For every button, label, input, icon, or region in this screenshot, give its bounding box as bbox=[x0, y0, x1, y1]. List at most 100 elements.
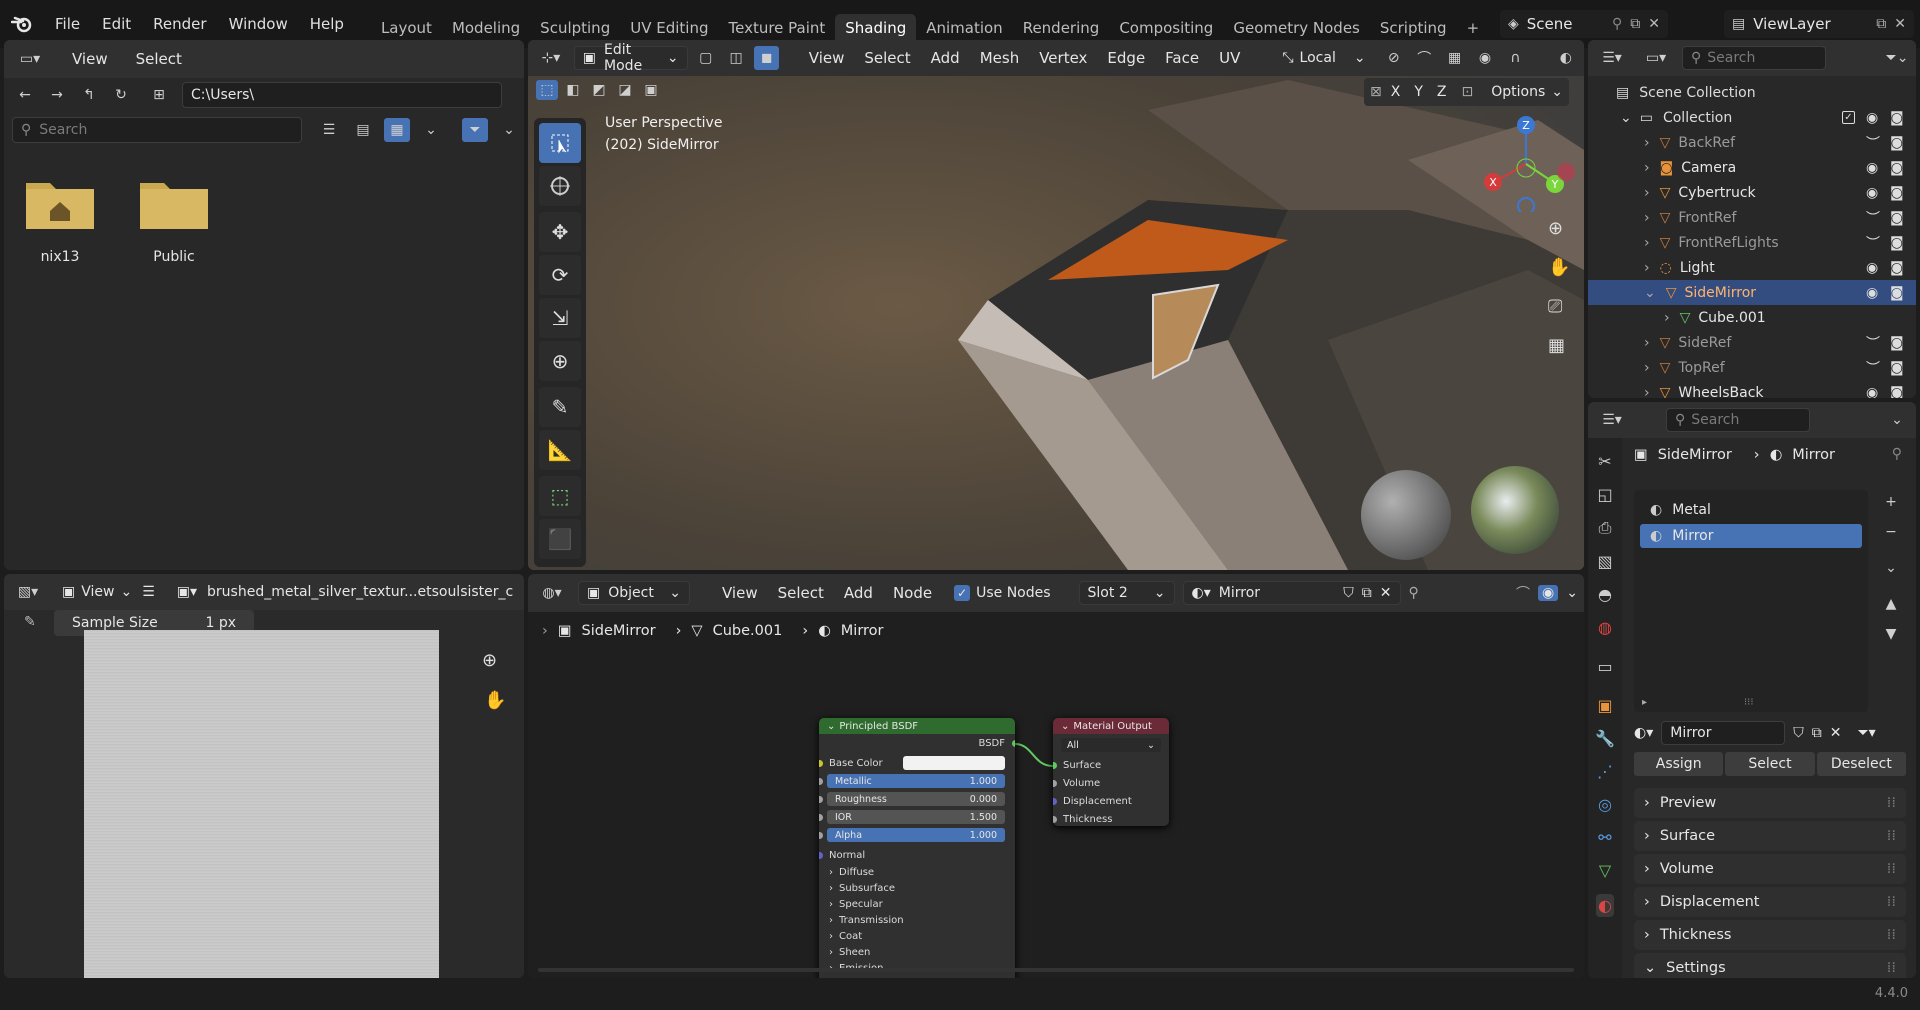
select-extend-icon[interactable]: ◧ bbox=[562, 80, 584, 100]
base-color-socket[interactable] bbox=[819, 759, 823, 767]
slider-socket[interactable] bbox=[819, 796, 823, 803]
add-workspace-icon[interactable]: + bbox=[1457, 14, 1490, 42]
panel-transmission[interactable]: › Transmission bbox=[819, 912, 1015, 928]
outliner-item-frontreflights[interactable]: › ▽ FrontRefLights ︶ ◙ bbox=[1588, 230, 1916, 255]
camera-render-icon[interactable]: ◙ bbox=[1890, 210, 1904, 226]
image-browse-icon[interactable]: ▣▾ bbox=[177, 584, 197, 600]
collection-row[interactable]: ⌄ ▭ Collection ✓ ◉ ◙ bbox=[1588, 105, 1916, 130]
collection-tab-icon[interactable]: ▭ bbox=[1597, 657, 1612, 676]
outliner-item-sidemirror[interactable]: ⌄ ▽ SideMirror ◉ ◙ bbox=[1588, 280, 1916, 305]
camera-render-icon[interactable]: ◙ bbox=[1890, 160, 1904, 176]
drag-handle-icon[interactable]: ⁞⁞ bbox=[1887, 894, 1896, 910]
expand-triangle-icon[interactable]: ▸ bbox=[1642, 697, 1647, 708]
section-settings[interactable]: ⌄ Settings ⁞⁞ bbox=[1634, 953, 1906, 978]
menu-edit[interactable]: Edit bbox=[91, 15, 142, 33]
outliner-item-backref[interactable]: › ▽ BackRef ︶ ◙ bbox=[1588, 130, 1916, 155]
hidden-eye-icon[interactable]: ︶ bbox=[1866, 358, 1880, 378]
camera-render-icon[interactable]: ◙ bbox=[1890, 335, 1904, 351]
vertex-select-icon[interactable]: ▢ bbox=[694, 46, 718, 70]
tab-animation[interactable]: Animation bbox=[916, 14, 1012, 42]
tab-uv-editing[interactable]: UV Editing bbox=[620, 14, 718, 42]
navigation-gizmo[interactable]: Z X Y bbox=[1468, 112, 1578, 212]
material-output-node[interactable]: ⌄ Material Output All ⌄ Surface Volume Dis… bbox=[1053, 718, 1169, 826]
search-input[interactable]: ⚲ Search bbox=[1682, 46, 1826, 70]
drag-handle-icon[interactable]: ⁞⁞ bbox=[1887, 795, 1896, 811]
scene-tab-icon[interactable]: ◓ bbox=[1598, 585, 1612, 604]
list-view-icon[interactable]: ☰ bbox=[316, 118, 342, 142]
outliner-item-sideref[interactable]: › ▽ SideRef ︶ ◙ bbox=[1588, 330, 1916, 355]
chevron-down-icon[interactable]: ⌄ bbox=[1884, 408, 1910, 432]
slider-socket[interactable] bbox=[819, 814, 823, 821]
menu-render[interactable]: Render bbox=[142, 15, 217, 33]
snap-target-icon[interactable]: ▦ bbox=[1442, 46, 1466, 70]
thumbnail-view-icon[interactable]: ▦ bbox=[384, 118, 410, 142]
chevron-right-icon[interactable]: › bbox=[1644, 160, 1650, 176]
menu-add[interactable]: Add bbox=[921, 49, 970, 67]
forward-icon[interactable]: → bbox=[44, 83, 70, 107]
view-layer-selector[interactable]: ▤ ViewLayer ⧉ ✕ bbox=[1724, 10, 1914, 38]
constraints-tab-icon[interactable]: ⚯ bbox=[1598, 828, 1611, 847]
camera-render-icon[interactable]: ◙ bbox=[1890, 110, 1904, 126]
outliner-item-topref[interactable]: › ▽ TopRef ︶ ◙ bbox=[1588, 355, 1916, 380]
path-field[interactable]: C:\Users\ bbox=[182, 82, 502, 108]
pin-icon[interactable]: ⚲ bbox=[1892, 446, 1902, 462]
search-input[interactable]: ⚲ Search bbox=[1666, 408, 1810, 432]
close-icon[interactable]: ✕ bbox=[1830, 725, 1842, 741]
editor-type-icon[interactable]: ▧▾ bbox=[10, 580, 46, 604]
bsdf-node-header[interactable]: ⌄ Principled BSDF bbox=[819, 718, 1015, 734]
visibility-icon[interactable]: ◐ bbox=[1554, 46, 1578, 70]
drag-handle-icon[interactable]: ⁞⁞ bbox=[1887, 828, 1896, 844]
filter-icon[interactable]: ⏷⌄ bbox=[1884, 46, 1910, 70]
annotate-tool-icon[interactable]: ✎ bbox=[539, 387, 581, 427]
slider-ior[interactable]: IOR 1.500 bbox=[827, 810, 1005, 824]
move-tool-icon[interactable]: ✥ bbox=[539, 212, 581, 252]
chevron-right-icon[interactable]: › bbox=[1644, 335, 1650, 351]
section-thickness[interactable]: › Thickness ⁞⁞ bbox=[1634, 920, 1906, 950]
add-cube-tool-icon[interactable]: ⬚ bbox=[539, 476, 581, 516]
view-mode-dropdown[interactable]: ▣ View ⌄ bbox=[62, 584, 132, 600]
zoom-icon[interactable]: ⊕ bbox=[482, 650, 497, 671]
assign-button[interactable]: Assign bbox=[1634, 752, 1724, 776]
eye-icon[interactable]: ◉ bbox=[1866, 260, 1878, 276]
outliner-item-cube-001[interactable]: › ▽ Cube.001 bbox=[1588, 305, 1916, 330]
panel-subsurface[interactable]: › Subsurface bbox=[819, 880, 1015, 896]
menu-face[interactable]: Face bbox=[1155, 49, 1209, 67]
section-preview[interactable]: › Preview ⁞⁞ bbox=[1634, 788, 1906, 818]
menu-select[interactable]: Select bbox=[136, 50, 182, 68]
edge-select-icon[interactable]: ◫ bbox=[724, 46, 748, 70]
slot-specials-icon[interactable]: ⌄ bbox=[1878, 556, 1904, 580]
outliner-item-wheelsback[interactable]: › ▽ WheelsBack ◉ ◙ bbox=[1588, 380, 1916, 399]
eyedropper-icon[interactable]: ✎ bbox=[24, 614, 36, 630]
camera-render-icon[interactable]: ◙ bbox=[1890, 360, 1904, 376]
camera-render-icon[interactable]: ◙ bbox=[1890, 260, 1904, 276]
input-socket[interactable] bbox=[1053, 761, 1057, 769]
modifier-tab-icon[interactable]: 🔧 bbox=[1595, 729, 1615, 748]
mirror-icon[interactable]: ⊠ bbox=[1370, 84, 1382, 100]
panel-specular[interactable]: › Specular bbox=[819, 896, 1015, 912]
render-tab-icon[interactable]: ◱ bbox=[1597, 485, 1612, 504]
slider-roughness[interactable]: Roughness 0.000 bbox=[827, 792, 1005, 806]
physics-tab-icon[interactable]: ◎ bbox=[1598, 795, 1612, 814]
snap-icon[interactable]: ⌒ bbox=[1412, 46, 1436, 70]
extrude-tool-icon[interactable]: ⬛ bbox=[539, 519, 581, 559]
menu-vertex[interactable]: Vertex bbox=[1029, 49, 1097, 67]
camera-view-icon[interactable]: ⎚ bbox=[1548, 296, 1570, 317]
section-volume[interactable]: › Volume ⁞⁞ bbox=[1634, 854, 1906, 884]
tool-tab-icon[interactable]: ✂ bbox=[1598, 452, 1611, 471]
hidden-eye-icon[interactable]: ︶ bbox=[1866, 333, 1880, 353]
input-socket[interactable] bbox=[1053, 815, 1057, 823]
options-dropdown[interactable]: Options ⌄ bbox=[1483, 84, 1563, 100]
outliner-item-cybertruck[interactable]: › ▽ Cybertruck ◉ ◙ bbox=[1588, 180, 1916, 205]
eye-icon[interactable]: ◉ bbox=[1866, 185, 1878, 201]
material-slot-item[interactable]: ◐ Metal bbox=[1640, 498, 1862, 522]
node-link-icon[interactable]: ⏷▾ bbox=[1857, 725, 1875, 741]
eye-icon[interactable]: ◉ bbox=[1866, 160, 1878, 176]
material-browse-icon[interactable]: ◐▾ bbox=[1634, 725, 1653, 741]
add-slot-icon[interactable]: + bbox=[1878, 490, 1904, 514]
node-editor-panel[interactable]: ◍▾ ▣ Object ⌄ View Select Add Node ✓ Use No… bbox=[528, 574, 1584, 978]
scene-selector[interactable]: ◈ Scene ⚲ ⧉ ✕ bbox=[1500, 10, 1668, 38]
checkbox-checked-icon[interactable]: ✓ bbox=[1842, 111, 1855, 124]
blender-logo-icon[interactable] bbox=[0, 15, 44, 33]
particles-tab-icon[interactable]: ⋰ bbox=[1597, 762, 1613, 781]
eye-icon[interactable]: ◉ bbox=[1866, 285, 1878, 301]
